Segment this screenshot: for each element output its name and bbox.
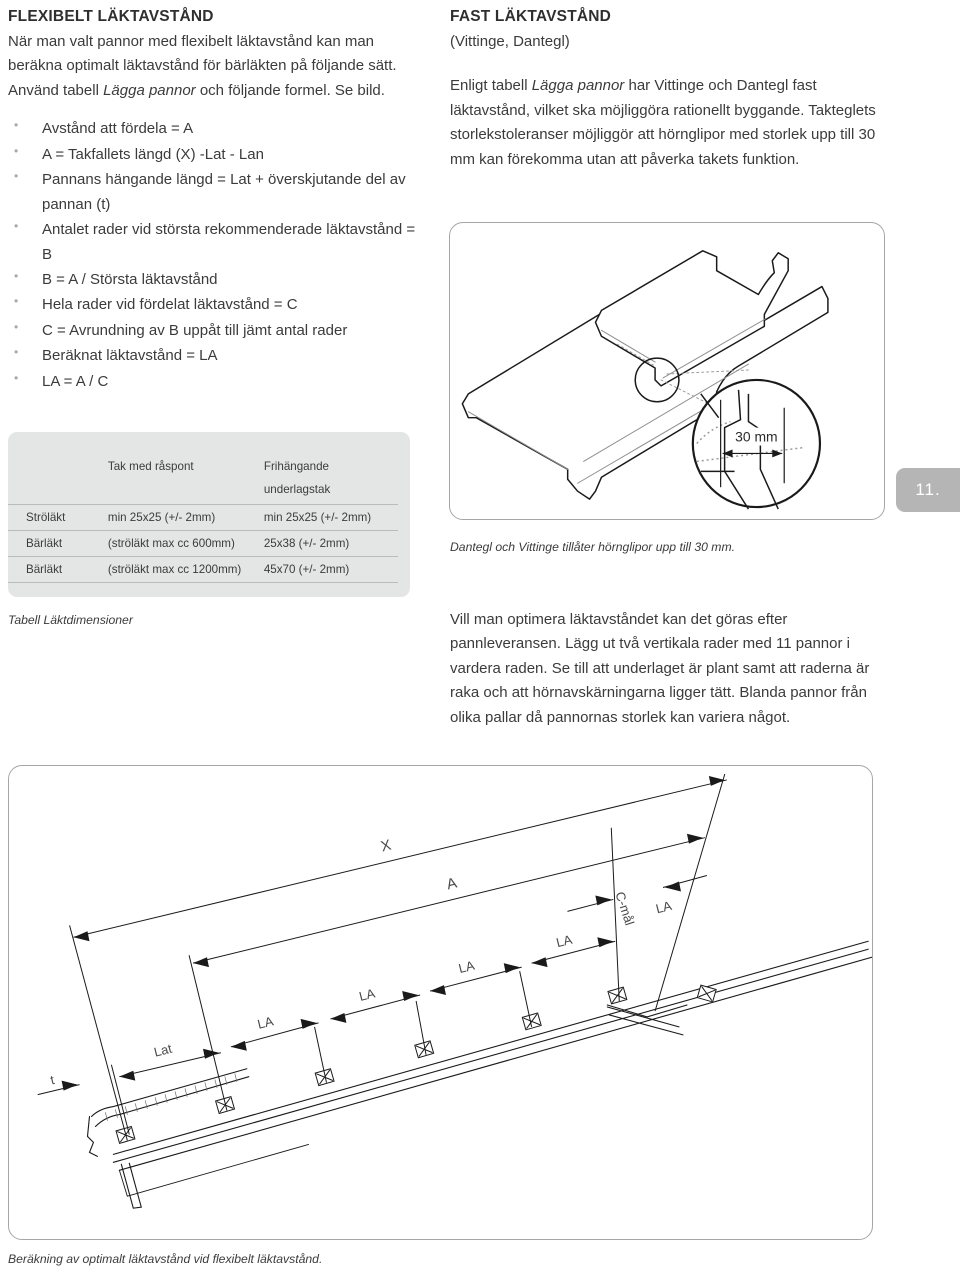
para1-italic: Lägga pannor [531, 77, 625, 95]
para1-lead: Enligt tabell [450, 77, 532, 95]
right-section-heading: FAST LÄKTAVSTÅND [450, 8, 612, 25]
header-line-2: underlagstak [263, 483, 331, 497]
list-item: LA = A / C [8, 369, 428, 394]
list-item: Pannans hängande längd = Lat + överskjut… [8, 167, 428, 217]
label-la: LA [357, 985, 376, 1003]
lath-dimensions-table: Tak med råspont Frihängande underlagstak… [8, 452, 398, 583]
cell-rasppont: (ströläkt max cc 600mm) [107, 537, 235, 551]
batten-spacing-illustration-frame: X A Lat t LA LA LA LA LA C-mål [8, 765, 873, 1240]
table-row: Bärläkt (ströläkt max cc 1200mm) 45x70 (… [8, 556, 398, 583]
right-paragraph-2: Vill man optimera läktavståndet kan det … [450, 611, 870, 726]
roof-tile-illustration-frame: 30 mm [449, 222, 885, 520]
dimension-label-30mm: 30 mm [735, 429, 777, 445]
cell-rasppont: (ströläkt max cc 1200mm) [107, 563, 242, 577]
cell-type: Ströläkt [26, 511, 66, 525]
dimension-lines [37, 775, 727, 1096]
label-x: X [379, 837, 393, 856]
table-header-rasppont: Tak med råspont [107, 460, 194, 473]
list-item: Antalet rader vid största rekommenderade… [8, 217, 428, 267]
rail-mid-edge [112, 948, 869, 1163]
label-la: LA [555, 932, 574, 950]
list-item: Hela rader vid fördelat läktavstånd = C [8, 292, 428, 317]
list-item: A = Takfallets längd (X) -Lat - Lan [8, 142, 428, 167]
label-la: LA [457, 958, 476, 976]
intro-line-3b: och följande formel. Se bild. [195, 81, 385, 99]
tile-illustration-caption: Dantegl och Vittinge tillåter hörnglipor… [450, 540, 735, 554]
label-la: LA [256, 1013, 275, 1031]
cell-type: Bärläkt [26, 537, 63, 551]
roof-structure [86, 940, 872, 1209]
cell-frihangande: 45x70 (+/- 2mm) [263, 563, 350, 577]
cell-rasppont: min 25x25 (+/- 2mm) [107, 511, 216, 525]
intro-line-2: beräkna optimalt läktavstånd för bärläkt… [8, 57, 397, 75]
big-illustration-caption: Beräkning av optimalt läktavstånd vid fl… [8, 1252, 323, 1266]
right-column-lower-text: Vill man optimera läktavståndet kan det … [450, 608, 882, 736]
document-page: FLEXIBELT LÄKTAVSTÅND När man valt panno… [0, 0, 960, 1272]
cell-frihangande: 25x38 (+/- 2mm) [263, 537, 350, 551]
tile-hatching [105, 1073, 238, 1121]
right-section-subheading: (Vittinge, Dantegl) [450, 33, 570, 50]
roof-tile-drawing: 30 mm [461, 250, 829, 510]
magnified-detail: 30 mm [691, 378, 822, 510]
intro-line-3a: Använd tabell [8, 81, 104, 99]
rail-top-edge [112, 940, 869, 1155]
label-a: A [445, 874, 459, 893]
list-item: B = A / Största läktavstånd [8, 267, 428, 292]
table-header-row: Tak med råspont Frihängande underlagstak [8, 452, 398, 505]
label-t: t [49, 1072, 57, 1088]
table-header-frihangande: Frihängande underlagstak [264, 452, 398, 505]
formula-list: Avstånd att fördela = A A = Takfallets l… [8, 116, 428, 394]
intro-line-3-italic: Lägga pannor [103, 81, 196, 99]
batten-spacing-drawing: X A Lat t LA LA LA LA LA C-mål [37, 773, 872, 1209]
page-number-tab: 11. [896, 468, 960, 512]
table-row: Ströläkt min 25x25 (+/- 2mm) min 25x25 (… [8, 504, 398, 531]
list-item: C = Avrundning av B uppåt till jämt anta… [8, 318, 428, 343]
cell-frihangande: min 25x25 (+/- 2mm) [263, 511, 372, 525]
left-column: FLEXIBELT LÄKTAVSTÅND När man valt panno… [8, 8, 428, 395]
list-item: Beräknat läktavstånd = LA [8, 343, 428, 368]
left-intro-paragraph: När man valt pannor med flexibelt läktav… [8, 30, 428, 103]
table-caption: Tabell Läktdimensioner [8, 613, 133, 627]
right-column: FAST LÄKTAVSTÅND (Vittinge, Dantegl) Enl… [450, 8, 890, 178]
ridge-joint [606, 1004, 688, 1018]
label-lat: Lat [152, 1041, 173, 1060]
right-paragraph-1: Enligt tabell Lägga pannor har Vittinge … [450, 74, 890, 172]
cell-type: Bärläkt [26, 563, 63, 577]
table-header-blank [8, 452, 102, 505]
witness-lines [69, 773, 726, 1141]
batten-sections [115, 984, 717, 1144]
dimension-labels: X A Lat t LA LA LA LA LA C-mål [49, 837, 674, 1088]
label-la: LA [654, 898, 673, 916]
left-section-heading: FLEXIBELT LÄKTAVSTÅND [8, 8, 214, 25]
tile-edge-break [86, 1115, 98, 1157]
table-row: Bärläkt (ströläkt max cc 600mm) 25x38 (+… [8, 530, 398, 557]
rail-bottom-edge [118, 956, 872, 1171]
page-number: 11. [915, 480, 941, 499]
header-line-1: Frihängande [263, 460, 329, 473]
label-c-mal: C-mål [612, 890, 637, 928]
list-item: Avstånd att fördela = A [8, 116, 428, 141]
intro-line-1: När man valt pannor med flexibelt läktav… [8, 33, 375, 50]
